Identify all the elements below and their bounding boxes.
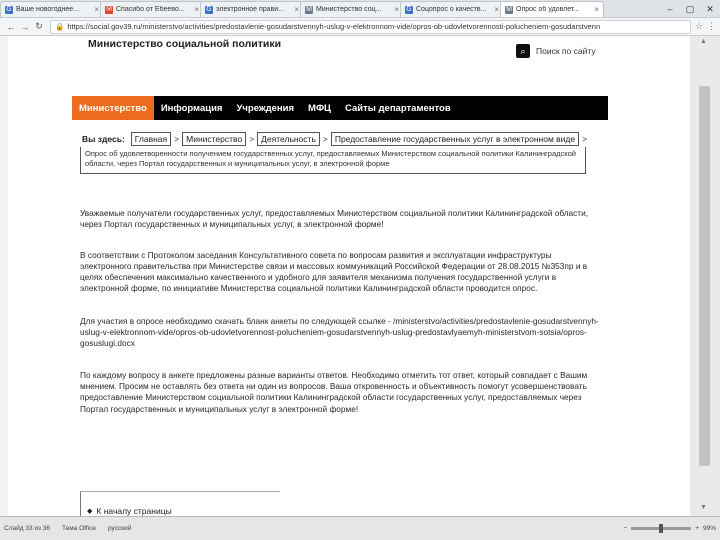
page-gutter: [0, 36, 8, 516]
zoom-control[interactable]: − + 99%: [623, 524, 716, 533]
browser-tab[interactable]: M Министерство соц... ×: [300, 1, 404, 17]
tab-favicon-icon: G: [5, 5, 13, 14]
close-window-icon[interactable]: ✕: [700, 0, 720, 17]
browser-tab-bar: G Ваше новогоднее... × ✉ Спасибо от Ебеево.…: [0, 0, 720, 18]
search-icon[interactable]: ⌕: [516, 44, 530, 58]
breadcrumb-activity[interactable]: Деятельность: [257, 132, 320, 146]
browser-tab[interactable]: G Ваше новогоднее... ×: [0, 1, 104, 17]
menu-item-information[interactable]: Информация: [154, 96, 230, 120]
zoom-out-icon[interactable]: −: [623, 525, 627, 532]
scroll-down-icon[interactable]: ▼: [700, 504, 707, 511]
status-bar: Слайд 33 из 36 Тема Office русский − + 9…: [0, 516, 720, 540]
breadcrumb-home[interactable]: Главная: [130, 132, 172, 146]
close-icon[interactable]: ×: [294, 5, 299, 14]
article-body: Уважаемые получатели государственных усл…: [80, 208, 600, 429]
theme-label: Тема Office: [62, 525, 96, 532]
slide-counter: Слайд 33 из 36: [4, 525, 51, 532]
back-arrow-icon[interactable]: ←: [4, 22, 18, 32]
paragraph-download-link[interactable]: Для участия в опросе необходимо скачать …: [80, 316, 600, 350]
breadcrumb-separator: >: [249, 134, 255, 144]
site-search[interactable]: ⌕ Поиск по сайту: [516, 44, 596, 58]
browser-tab[interactable]: ✉ Спасибо от Ебеево... ×: [100, 1, 204, 17]
main-menu: Министерство Информация Учреждения МФЦ С…: [72, 96, 608, 120]
back-to-top-link[interactable]: ◆ К началу страницы: [80, 491, 280, 516]
zoom-slider-knob[interactable]: [659, 524, 664, 533]
forward-arrow-icon[interactable]: →: [18, 22, 32, 32]
browser-tab-active[interactable]: M Опрос об удовлет... ×: [500, 1, 604, 17]
breadcrumb-label: Вы здесь:: [82, 134, 125, 144]
close-icon[interactable]: ×: [194, 5, 199, 14]
window-controls: – ▢ ✕: [660, 0, 720, 17]
browser-tab[interactable]: Gэлектронное прави... ×: [200, 1, 304, 17]
breadcrumb-separator: >: [582, 134, 588, 144]
address-bar: ← → ↻ 🔒 https://social.gov39.ru/ministers…: [0, 18, 720, 36]
bookmark-star-icon[interactable]: ☆: [695, 21, 703, 32]
bullet-icon: ◆: [87, 507, 93, 515]
web-page: Министерство социальной политики ⌕ Поиск…: [0, 36, 690, 516]
minimize-icon[interactable]: –: [660, 0, 680, 17]
tab-favicon-icon: M: [305, 5, 313, 14]
language-indicator[interactable]: русский: [108, 525, 131, 532]
back-to-top-label[interactable]: К началу страницы: [96, 506, 171, 516]
breadcrumb-ministry[interactable]: Министерство: [182, 132, 247, 146]
menu-item-department-sites[interactable]: Сайты департаментов: [338, 96, 458, 120]
tab-favicon-icon: M: [505, 5, 513, 14]
breadcrumb-current: Опрос об удовлетворенности получением го…: [80, 147, 586, 174]
menu-icon[interactable]: ⋮: [707, 21, 716, 32]
menu-item-mfc[interactable]: МФЦ: [301, 96, 338, 120]
close-icon[interactable]: ×: [594, 5, 599, 14]
breadcrumb: Вы здесь: Главная > Министерство > Деятель…: [82, 132, 590, 146]
tab-favicon-icon: ✉: [105, 5, 113, 14]
zoom-level: 99%: [702, 525, 716, 532]
browser-tab[interactable]: G Соцопрос о качеств... ×: [400, 1, 504, 17]
lock-icon: 🔒: [55, 22, 65, 31]
zoom-slider[interactable]: [631, 524, 692, 533]
reload-icon[interactable]: ↻: [32, 21, 46, 32]
menu-item-institutions[interactable]: Учреждения: [229, 96, 301, 120]
breadcrumb-separator: >: [322, 134, 328, 144]
tab-favicon-icon: G: [205, 5, 213, 14]
breadcrumb-e-services[interactable]: Предоставление государственных услуг в э…: [330, 132, 580, 146]
close-icon[interactable]: ×: [394, 5, 399, 14]
close-icon[interactable]: ×: [494, 5, 499, 14]
scroll-up-icon[interactable]: ▲: [700, 38, 707, 45]
vertical-scrollbar[interactable]: ▲ ▼: [690, 36, 720, 516]
breadcrumb-separator: >: [174, 134, 180, 144]
tab-favicon-icon: G: [405, 5, 413, 14]
paragraph-protocol: В соответствии с Протоколом заседания Ко…: [80, 249, 588, 294]
paragraph-greeting: Уважаемые получатели государственных усл…: [80, 208, 589, 230]
close-icon[interactable]: ×: [94, 5, 99, 14]
scrollbar-thumb[interactable]: [699, 86, 710, 466]
search-label[interactable]: Поиск по сайту: [536, 46, 596, 56]
maximize-icon[interactable]: ▢: [680, 0, 700, 17]
paragraph-instructions: По каждому вопросу в анкете предложены р…: [80, 369, 588, 414]
zoom-in-icon[interactable]: +: [695, 525, 699, 532]
menu-item-ministry[interactable]: Министерство: [72, 96, 154, 120]
url-field[interactable]: 🔒 https://social.gov39.ru/ministerstvo/ac…: [50, 19, 691, 34]
site-title[interactable]: Министерство социальной политики: [88, 38, 281, 50]
